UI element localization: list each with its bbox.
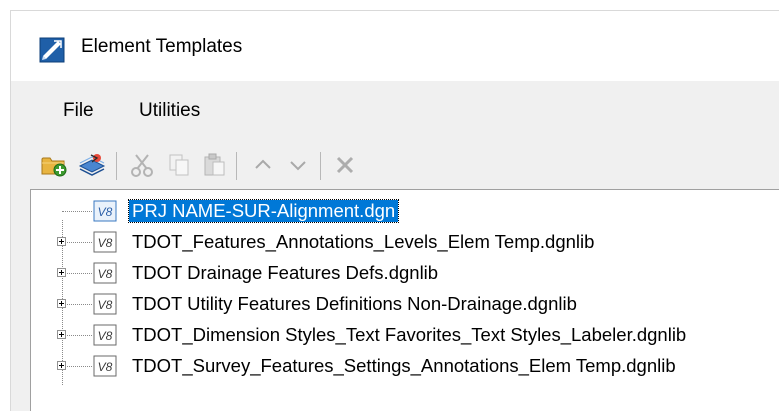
- element-templates-icon: [39, 37, 65, 63]
- menu-bar: File Utilities: [11, 81, 779, 143]
- v8-file-icon: V8: [93, 324, 117, 346]
- expand-icon[interactable]: [57, 237, 66, 246]
- tree-item-label[interactable]: TDOT Drainage Features Defs.dgnlib: [129, 262, 441, 284]
- v8-file-icon: V8: [93, 262, 117, 284]
- tree-connector: [67, 335, 92, 336]
- svg-text:V8: V8: [98, 360, 113, 374]
- tree-connector: [67, 304, 92, 305]
- tree-connector: [67, 273, 92, 274]
- v8-file-icon: V8: [93, 200, 117, 222]
- svg-text:V8: V8: [98, 267, 113, 281]
- toolbar-separator: [236, 152, 237, 180]
- toolbar-separator: [320, 152, 321, 180]
- tree-item-label[interactable]: PRJ NAME-SUR-Alignment.dgn: [127, 199, 400, 223]
- tree-item-label[interactable]: TDOT_Survey_Features_Settings_Annotation…: [129, 355, 679, 377]
- move-up-icon: [255, 159, 271, 169]
- tree-item-label[interactable]: TDOT_Dimension Styles_Text Favorites_Tex…: [129, 324, 689, 346]
- new-template-button[interactable]: [75, 150, 109, 180]
- delete-button[interactable]: [329, 150, 361, 180]
- new-template-icon: [78, 154, 106, 176]
- paste-icon: [204, 153, 225, 176]
- tree-item[interactable]: V8 TDOT Utility Features Definitions Non…: [31, 289, 779, 319]
- move-down-button[interactable]: [282, 150, 314, 180]
- copy-icon: [169, 154, 189, 176]
- element-templates-window: Element Templates File Utilities V8 PRJ …: [10, 10, 779, 411]
- tree-connector: [62, 211, 92, 212]
- tree-item[interactable]: V8 PRJ NAME-SUR-Alignment.dgn: [31, 196, 779, 226]
- menu-utilities[interactable]: Utilities: [139, 100, 200, 122]
- tree-item[interactable]: V8 TDOT_Features_Annotations_Levels_Elem…: [31, 227, 779, 257]
- v8-file-icon: V8: [93, 293, 117, 315]
- svg-text:V8: V8: [98, 298, 113, 312]
- expand-icon[interactable]: [57, 330, 66, 339]
- expand-icon[interactable]: [57, 299, 66, 308]
- move-up-button[interactable]: [247, 150, 279, 180]
- svg-text:V8: V8: [98, 205, 113, 219]
- title-bar: Element Templates: [11, 11, 779, 81]
- copy-button[interactable]: [163, 150, 195, 180]
- toolbar: [11, 143, 779, 189]
- move-down-icon: [290, 161, 306, 171]
- menu-file[interactable]: File: [63, 100, 94, 122]
- expand-icon[interactable]: [57, 361, 66, 370]
- tree-connector: [67, 366, 92, 367]
- delete-icon: [336, 156, 354, 174]
- expand-icon[interactable]: [57, 268, 66, 277]
- v8-file-icon: V8: [93, 355, 117, 377]
- tree-item-label[interactable]: TDOT Utility Features Definitions Non-Dr…: [129, 293, 580, 315]
- v8-file-icon: V8: [93, 231, 117, 253]
- tree-item[interactable]: V8 TDOT_Dimension Styles_Text Favorites_…: [31, 320, 779, 350]
- tree-item-label[interactable]: TDOT_Features_Annotations_Levels_Elem Te…: [129, 231, 597, 253]
- window-title: Element Templates: [81, 36, 243, 57]
- paste-button[interactable]: [199, 150, 231, 180]
- svg-text:V8: V8: [98, 329, 113, 343]
- tree-item[interactable]: V8 TDOT_Survey_Features_Settings_Annotat…: [31, 351, 779, 381]
- template-tree[interactable]: V8 PRJ NAME-SUR-Alignment.dgn V8 TDOT_Fe…: [30, 189, 779, 411]
- tree-connector: [67, 242, 92, 243]
- toolbar-separator: [116, 152, 117, 180]
- cut-button[interactable]: [126, 150, 158, 180]
- cut-icon: [131, 154, 153, 177]
- open-library-button[interactable]: [39, 150, 71, 180]
- svg-text:V8: V8: [98, 236, 113, 250]
- tree-item[interactable]: V8 TDOT Drainage Features Defs.dgnlib: [31, 258, 779, 288]
- open-library-icon: [41, 157, 67, 177]
